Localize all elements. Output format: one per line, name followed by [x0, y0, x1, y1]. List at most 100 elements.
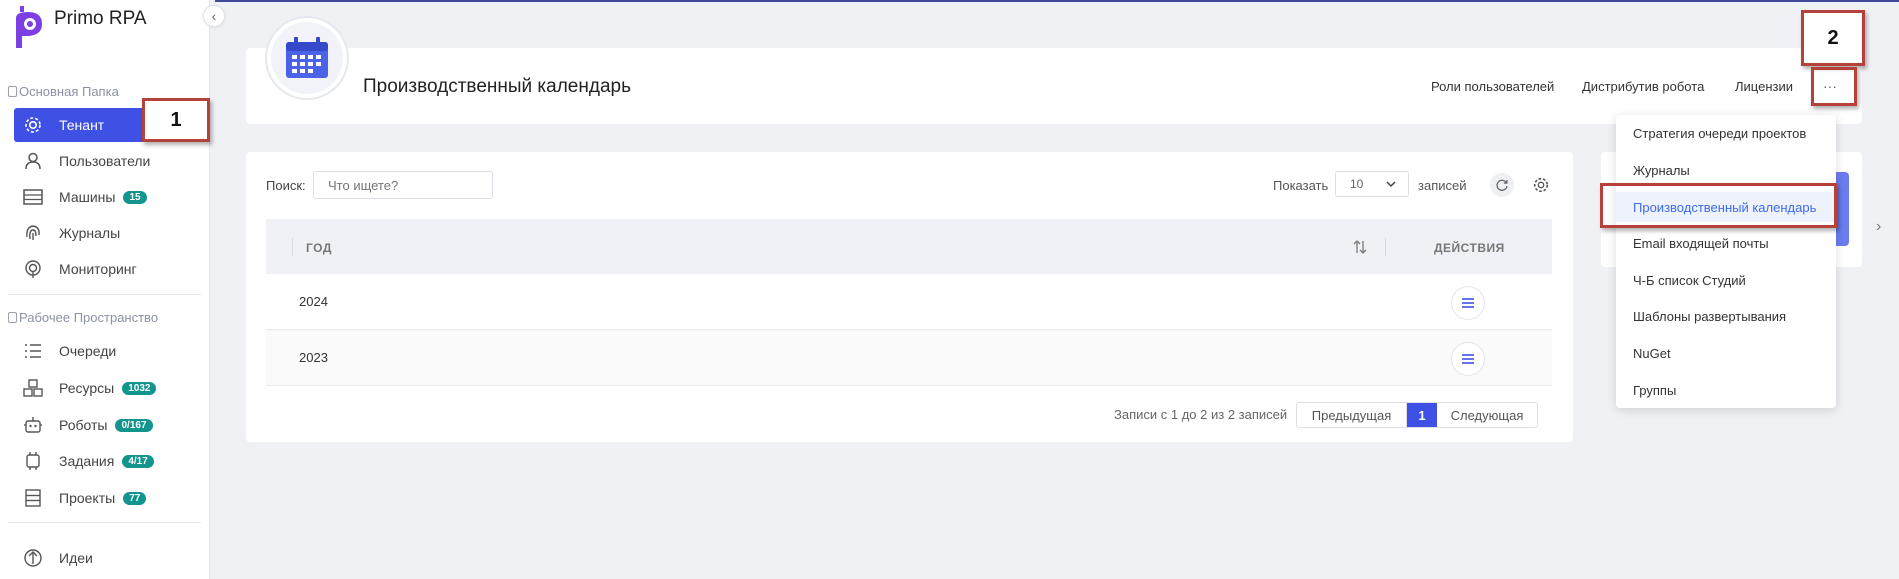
page-avatar [267, 18, 347, 98]
sidebar: Primo RPA Основная Папка Тенант Пользова… [0, 0, 210, 579]
annotation-callout-2: 2 [1801, 10, 1865, 66]
count-badge: 1032 [122, 381, 157, 395]
gear-icon [1533, 177, 1549, 193]
section-title-workspace: Рабочее Пространство [8, 310, 158, 325]
pagination: Предыдущая 1 Следующая [1296, 402, 1538, 428]
header-link-user-roles[interactable]: Роли пользователей [1431, 79, 1554, 94]
dropdown-item-queue-strategy[interactable]: Стратегия очереди проектов [1633, 126, 1806, 141]
user-icon [22, 150, 44, 172]
sidebar-item-users[interactable]: Пользователи [14, 144, 209, 178]
row-actions-button[interactable] [1451, 286, 1485, 320]
annotation-highlight-more-button [1811, 67, 1857, 106]
sidebar-item-label: Журналы [59, 225, 121, 241]
top-accent-line [215, 0, 1899, 2]
year-cell: 2024 [299, 294, 328, 309]
calendar-icon [286, 37, 328, 78]
annotation-highlight-calendar-item [1600, 183, 1837, 228]
refresh-button[interactable] [1490, 173, 1514, 197]
tasks-icon [22, 450, 44, 472]
resources-icon [22, 377, 44, 399]
sidebar-item-tasks[interactable]: Задания 4/17 [14, 444, 209, 478]
page-size-value: 10 [1350, 177, 1364, 191]
app-logo[interactable]: Primo RPA [12, 4, 147, 50]
sidebar-item-label: Пользователи [59, 153, 151, 169]
monitoring-icon [22, 258, 44, 280]
pagination-info: Записи с 1 до 2 из 2 записей [1114, 407, 1288, 422]
sidebar-item-queues[interactable]: Очереди [14, 334, 209, 368]
more-menu-dropdown [1616, 115, 1836, 408]
sidebar-divider [8, 522, 201, 523]
sidebar-item-resources[interactable]: Ресурсы 1032 [14, 371, 209, 405]
workspace-icon [8, 312, 17, 323]
search-label: Поиск: [266, 178, 306, 193]
folder-icon [8, 86, 17, 97]
sidebar-item-robots[interactable]: Роботы 0/167 [14, 408, 209, 442]
page-title: Производственный календарь [363, 76, 631, 97]
show-label: Показать [1273, 178, 1329, 193]
sidebar-item-label: Проекты [59, 490, 116, 506]
dropdown-item-deployment-templates[interactable]: Шаблоны развертывания [1633, 309, 1786, 324]
year-cell: 2023 [299, 350, 328, 365]
sidebar-item-label: Очереди [59, 343, 117, 359]
chevron-left-icon: ‹ [211, 8, 217, 24]
robot-icon [22, 414, 44, 436]
table-row[interactable]: 2024 [266, 274, 1552, 330]
page-size-select[interactable]: 10 [1335, 171, 1409, 197]
app-name: Primo RPA [54, 8, 147, 29]
sort-icon[interactable] [1351, 238, 1369, 256]
sidebar-collapse-button[interactable]: ‹ [203, 5, 225, 27]
sidebar-item-label: Мониторинг [59, 261, 137, 277]
section-label: Рабочее Пространство [19, 310, 159, 325]
sidebar-item-label: Задания [59, 453, 115, 469]
dropdown-item-groups[interactable]: Группы [1633, 383, 1676, 398]
count-badge: 15 [123, 190, 147, 204]
column-divider [1385, 238, 1386, 256]
primo-logo-icon [16, 6, 42, 48]
next-page-button[interactable]: Следующая [1437, 403, 1537, 427]
projects-icon [22, 487, 44, 509]
count-badge: 0/167 [115, 418, 153, 432]
sidebar-item-label: Машины [59, 189, 116, 205]
menu-icon [1462, 298, 1474, 308]
refresh-icon [1496, 179, 1508, 191]
sidebar-item-ideas[interactable]: Идеи [14, 541, 209, 575]
sidebar-item-label: Ресурсы [59, 380, 115, 396]
header-link-licenses[interactable]: Лицензии [1735, 79, 1793, 94]
row-actions-button[interactable] [1451, 342, 1485, 376]
column-divider [292, 238, 293, 256]
sidebar-divider [8, 294, 201, 295]
section-title-main-folder: Основная Папка [8, 84, 119, 99]
gear-icon [22, 114, 44, 136]
annotation-callout-1: 1 [142, 98, 210, 142]
dropdown-item-logs[interactable]: Журналы [1633, 163, 1690, 178]
sidebar-item-logs[interactable]: Журналы [14, 216, 209, 250]
sidebar-item-projects[interactable]: Проекты 77 [14, 481, 209, 515]
dropdown-item-studio-blacklist[interactable]: Ч-Б список Студий [1633, 273, 1746, 288]
server-icon [22, 186, 44, 208]
sidebar-item-label: Идеи [59, 550, 93, 566]
table-settings-button[interactable] [1530, 174, 1552, 196]
page-1-button[interactable]: 1 [1407, 403, 1437, 427]
sidebar-item-machines[interactable]: Машины 15 [14, 180, 209, 214]
sidebar-item-label: Роботы [59, 417, 108, 433]
column-header-actions: ДЕЙСТВИЯ [1434, 241, 1505, 255]
dropdown-item-nuget[interactable]: NuGet [1633, 346, 1671, 361]
count-badge: 77 [123, 491, 147, 505]
sidebar-item-label: Тенант [59, 117, 105, 133]
section-label: Основная Папка [19, 84, 119, 99]
header-link-robot-distribution[interactable]: Дистрибутив робота [1582, 79, 1704, 94]
chevron-right-icon[interactable]: › [1876, 218, 1881, 236]
table-row[interactable]: 2023 [266, 330, 1552, 386]
dropdown-item-email-inbox[interactable]: Email входящей почты [1633, 236, 1769, 251]
previous-page-button[interactable]: Предыдущая [1297, 403, 1407, 427]
column-header-year[interactable]: ГОД [306, 241, 332, 255]
fingerprint-icon [22, 222, 44, 244]
records-label: записей [1418, 178, 1467, 193]
ideas-icon [22, 547, 44, 569]
sidebar-item-monitoring[interactable]: Мониторинг [14, 252, 209, 286]
count-badge: 4/17 [122, 454, 154, 468]
search-input[interactable] [313, 171, 493, 199]
menu-icon [1462, 354, 1474, 364]
list-icon [22, 340, 44, 362]
chevron-down-icon [1386, 181, 1396, 188]
